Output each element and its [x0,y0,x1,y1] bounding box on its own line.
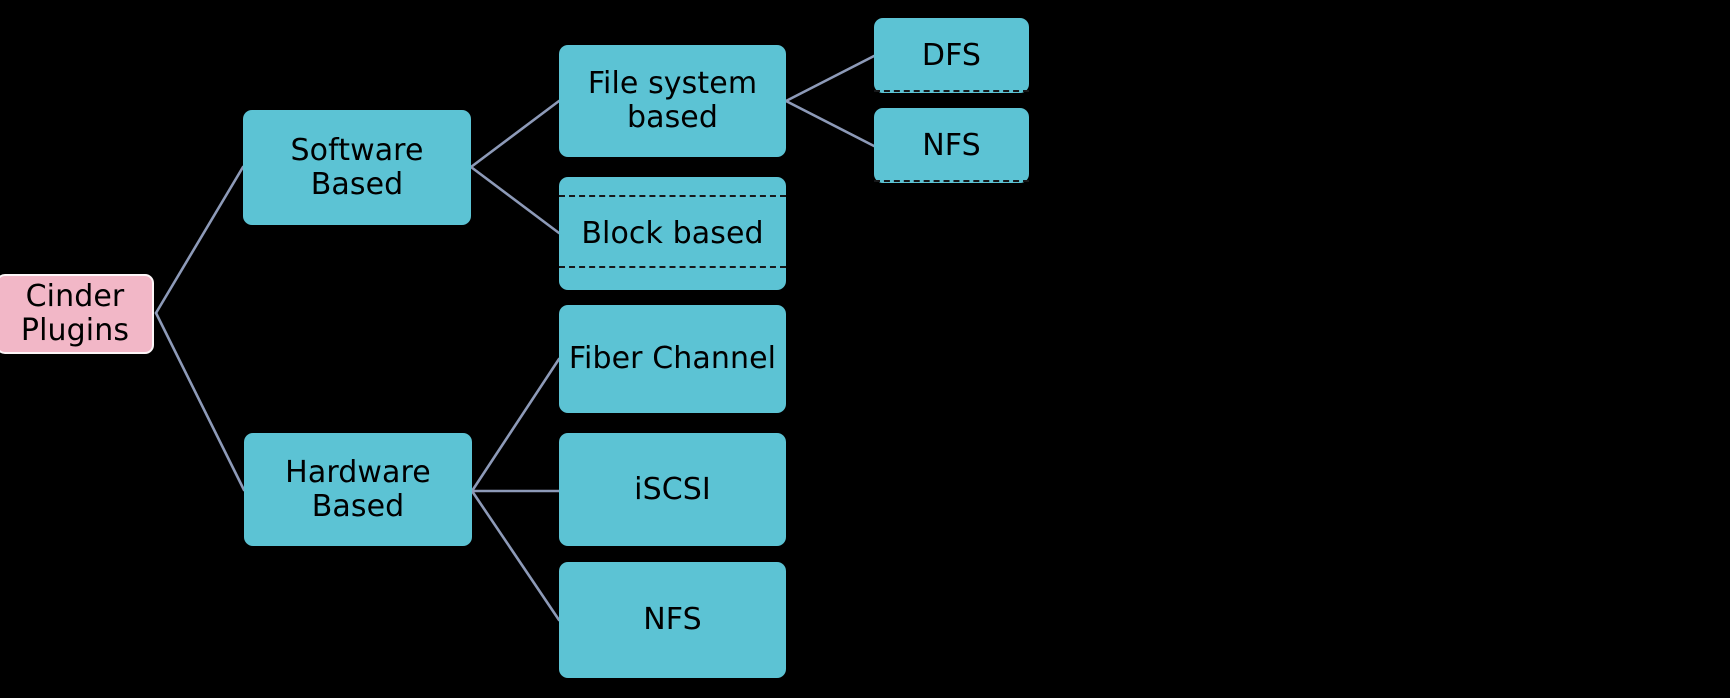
node-iscsi[interactable]: iSCSI [559,433,786,546]
node-block-based[interactable]: Block based [559,177,786,290]
node-nfs-filesystem[interactable]: NFS [874,108,1029,183]
edge-hardware-to-nfs [470,489,561,622]
edge-cinder-to-software [154,165,245,315]
node-label: Software Based [290,132,424,202]
edge-filesystem-to-nfs [784,99,876,148]
node-fiber-channel[interactable]: Fiber Channel [559,305,786,413]
node-dashed-top-rule [559,195,786,197]
node-software-based[interactable]: Software Based [243,110,471,225]
edge-filesystem-to-dfs [784,54,876,103]
node-dashed-bottom-rule [874,180,1029,182]
edge-cinder-to-hardware [154,311,246,492]
node-label: NFS [922,127,981,163]
node-file-system-based[interactable]: File system based [559,45,786,157]
node-dashed-bottom-rule [559,266,786,268]
node-label: Hardware Based [285,454,431,524]
node-label: Fiber Channel [568,341,777,377]
node-hardware-based[interactable]: Hardware Based [244,433,472,546]
node-dfs[interactable]: DFS [874,18,1029,93]
edge-hardware-to-fiber-channel [470,357,561,493]
node-label: DFS [921,37,982,73]
node-cinder-plugins[interactable]: Cinder Plugins [0,274,154,354]
node-label: Cinder Plugins [20,279,130,348]
node-label: iSCSI [634,471,711,507]
diagram-canvas: Cinder Plugins Software Based Hardware Bas… [0,0,1730,698]
node-label: File system based [587,66,758,135]
node-label: Block based [581,215,764,251]
node-label: NFS [643,602,702,638]
node-nfs-hardware[interactable]: NFS [559,562,786,678]
edge-software-to-filesystem [469,99,561,169]
edge-software-to-block [469,165,561,235]
node-dashed-bottom-rule [874,90,1029,92]
edge-layer [154,54,876,622]
